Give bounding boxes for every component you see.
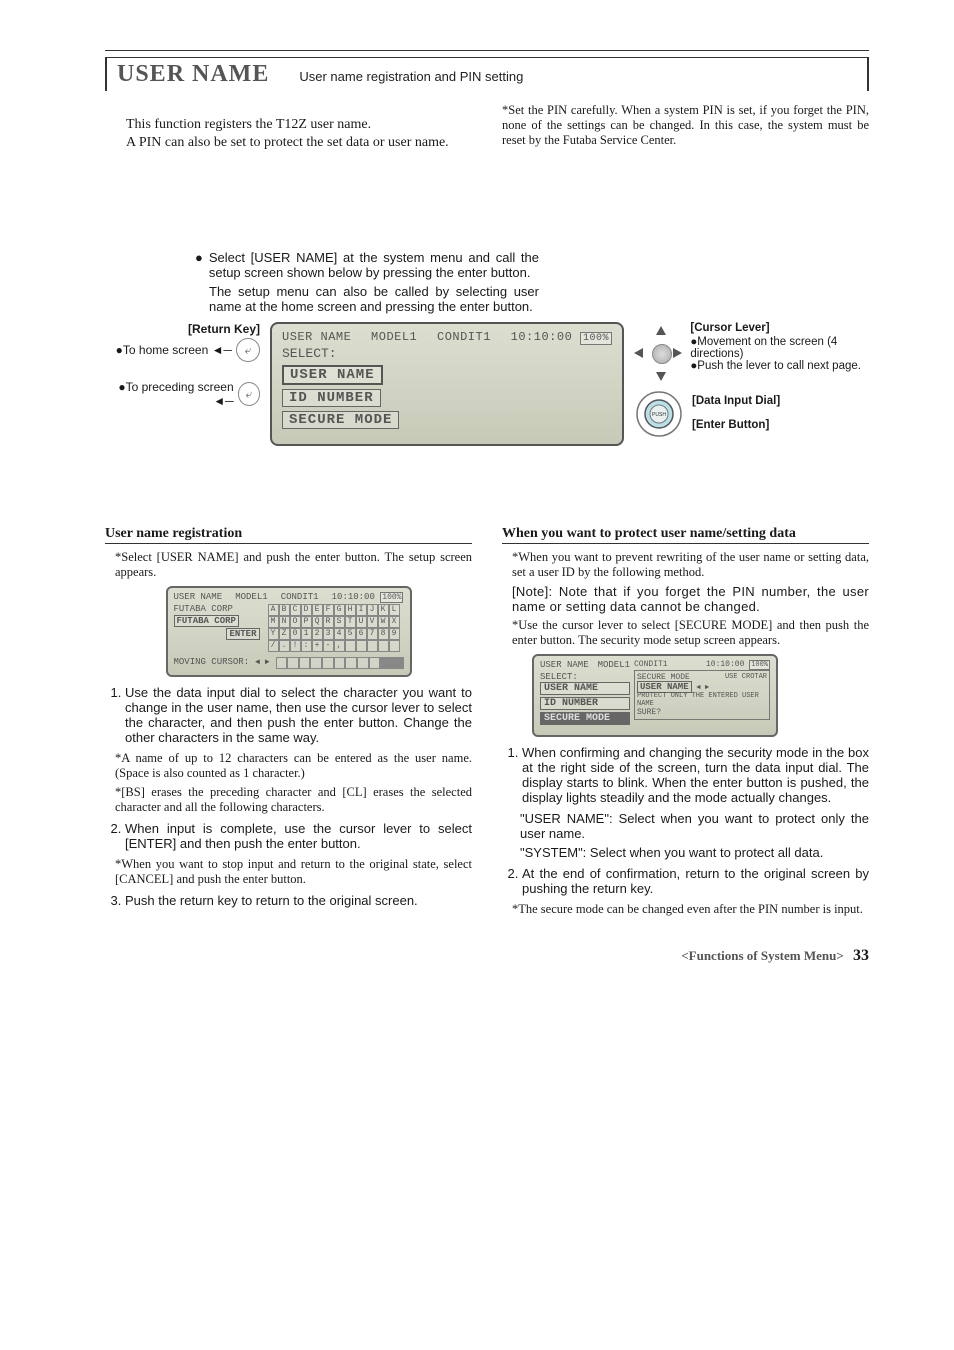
right-section-heading: When you want to protect user name/setti…: [502, 526, 869, 544]
to-preceding-arrow: ●To preceding screen ◄─: [105, 380, 234, 408]
intro-right-note: *Set the PIN carefully. When a system PI…: [502, 103, 869, 165]
right-sub-1: "USER NAME": Select when you want to pro…: [520, 811, 869, 841]
to-home-arrow: ●To home screen ◄─: [116, 343, 232, 357]
lcd-reg-input: FUTABA CORP: [174, 615, 239, 627]
lcd-item-idnumber: ID NUMBER: [282, 389, 381, 407]
svg-text:PUSH: PUSH: [652, 412, 666, 418]
right-step-2: At the end of confirmation, return to th…: [522, 866, 869, 896]
intro-p1: This function registers the T12Z user na…: [105, 117, 472, 133]
lcd-sec-username: USER NAME: [540, 682, 630, 695]
right-step-1: When confirming and changing the securit…: [522, 745, 869, 805]
lcd-registration-screen: USER NAME MODEL1 CONDIT1 10:10:00 100% F…: [166, 586, 412, 677]
home-button-icon: ⤶: [236, 338, 260, 362]
lcd-moving-cursor: MOVING CURSOR:: [174, 657, 250, 667]
cursor-desc-2: ●Push the lever to call next page.: [690, 360, 869, 372]
mid-bullet-1: Select [USER NAME] at the system menu an…: [209, 250, 539, 280]
data-dial-label: [Data Input Dial]: [692, 395, 780, 407]
page-title: USER NAME: [117, 61, 269, 88]
back-button-icon: ⤶: [238, 382, 260, 406]
cursor-desc-1: ●Movement on the screen (4 directions): [690, 336, 869, 360]
lcd-reg-corp: FUTABA CORP: [174, 604, 260, 614]
lcd-sec-select: SELECT:: [540, 672, 630, 682]
right-sub-2: "SYSTEM": Select when you want to protec…: [520, 845, 869, 860]
controls-legend: [Cursor Lever] ●Movement on the screen (…: [634, 322, 869, 439]
title-row: USER NAME User name registration and PIN…: [105, 58, 869, 91]
left-note-4: *When you want to stop input and return …: [115, 857, 472, 887]
lcd-select-label: SELECT:: [282, 346, 612, 361]
cursor-lever-icon: [634, 326, 682, 381]
lcd-sec-securemode: SECURE MODE: [540, 712, 630, 725]
cursor-lever-label: [Cursor Lever]: [690, 322, 869, 334]
lcd-item-securemode: SECURE MODE: [282, 411, 399, 429]
left-step-3: Push the return key to return to the ori…: [125, 893, 472, 908]
lcd-model: MODEL1: [371, 330, 417, 344]
return-key-legend: [Return Key] ●To home screen ◄─ ⤶ ●To pr…: [105, 322, 260, 426]
footer-section: <Functions of System Menu>: [681, 948, 844, 963]
header-rule: [105, 50, 869, 58]
lcd-reg-model: MODEL1: [235, 592, 267, 602]
right-note-block: [Note]: Note that if you forget the PIN …: [512, 584, 869, 614]
lcd-sec-idnumber: ID NUMBER: [540, 697, 630, 710]
lcd-condit: CONDIT1: [437, 330, 491, 344]
lcd-reg-title: USER NAME: [174, 592, 223, 602]
mid-bullets: ●Select [USER NAME] at the system menu a…: [195, 250, 539, 314]
lcd-char-grid: ABCDEFGHIJKL MNOPQRSTUVWX YZ0123456789 /…: [268, 604, 400, 652]
left-step-1: Use the data input dial to select the ch…: [125, 685, 472, 745]
left-note-3: *[BS] erases the preceding character and…: [115, 785, 472, 815]
right-note-1: *When you want to prevent rewriting of t…: [512, 550, 869, 580]
lcd-main-screen: USER NAME MODEL1 CONDIT1 10:10:00 100% S…: [270, 322, 624, 446]
data-dial-icon: PUSH: [634, 389, 684, 439]
lcd-reg-condit: CONDIT1: [281, 592, 319, 602]
lcd-title: USER NAME: [282, 330, 351, 344]
intro-left: This function registers the T12Z user na…: [105, 103, 472, 165]
return-key-label: [Return Key]: [105, 322, 260, 336]
lcd-reg-enter: ENTER: [226, 628, 259, 640]
mid-bullet-2: The setup menu can also be called by sel…: [209, 284, 539, 314]
lcd-battery: 100%: [580, 332, 612, 345]
lcd-secure-screen: USER NAMEMODEL1 SELECT: USER NAME ID NUM…: [532, 654, 778, 737]
page-subtitle: User name registration and PIN setting: [299, 69, 523, 84]
lcd-item-username: USER NAME: [282, 365, 383, 385]
right-note-3: *The secure mode can be changed even aft…: [512, 902, 869, 917]
bullet-dot: ●: [195, 250, 203, 280]
left-note-2: *A name of up to 12 characters can be en…: [115, 751, 472, 781]
footer-page-number: 33: [853, 947, 869, 964]
page-footer: <Functions of System Menu> 33: [105, 947, 869, 965]
intro-p2: A PIN can also be set to protect the set…: [105, 135, 472, 151]
left-note-1: *Select [USER NAME] and push the enter b…: [115, 550, 472, 580]
right-note-2: *Use the cursor lever to select [SECURE …: [512, 618, 869, 648]
enter-button-label: [Enter Button]: [692, 419, 780, 431]
left-step-2: When input is complete, use the cursor l…: [125, 821, 472, 851]
left-section-heading: User name registration: [105, 526, 472, 544]
lcd-time: 10:10:00: [511, 330, 573, 344]
